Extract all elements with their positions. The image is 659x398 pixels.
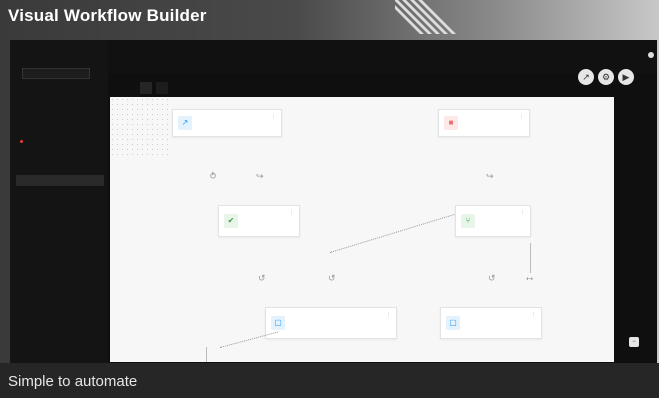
sidebar-item[interactable] <box>16 240 104 251</box>
caption-text: Simple to automate <box>8 373 138 390</box>
sidebar-item[interactable] <box>16 162 104 173</box>
workflow-node[interactable]: ■ ⋮ <box>438 109 530 137</box>
edge-line <box>530 243 531 273</box>
more-icon[interactable]: ⋮ <box>289 210 294 216</box>
workflow-node[interactable]: ↗ ⋮ <box>172 109 282 137</box>
settings-icon[interactable]: ⚙ <box>598 69 614 85</box>
share-icon[interactable]: ↗ <box>578 69 594 85</box>
workflow-canvas[interactable]: ↗ ⋮ ■ ⋮ ⥁ ↪ ↪ ✔ ⋮ ⑂ ⋮ ↺ ↺ ↺ ⭤ ▢ ⋮ ▢ ⋮ <box>110 97 614 362</box>
sidebar-item[interactable] <box>16 253 104 264</box>
connector-icon[interactable]: ↺ <box>258 273 266 284</box>
workflow-tabs <box>140 82 168 94</box>
connector-icon[interactable]: ↺ <box>328 273 336 284</box>
action-icon: ▢ <box>446 316 460 330</box>
sidebar-item[interactable] <box>16 84 104 95</box>
more-icon[interactable]: ⋮ <box>531 312 536 318</box>
user-avatar[interactable] <box>648 52 654 58</box>
canvas-grid <box>110 97 170 157</box>
sidebar-item[interactable] <box>16 97 104 108</box>
more-icon[interactable]: ⋮ <box>520 210 525 216</box>
trigger-icon: ↗ <box>178 116 192 130</box>
play-icon[interactable]: ▶ <box>618 69 634 85</box>
connector-icon[interactable]: ↪ <box>256 171 264 182</box>
sidebar-item[interactable] <box>16 214 104 225</box>
connector-icon[interactable]: ↺ <box>488 273 496 284</box>
action-icon: ▢ <box>271 316 285 330</box>
sidebar-item[interactable] <box>16 266 104 277</box>
banner: Visual Workflow Builder <box>0 0 659 34</box>
environment-selector[interactable] <box>22 68 90 79</box>
sidebar-item[interactable] <box>16 201 104 212</box>
check-icon: ✔ <box>224 214 238 228</box>
sidebar-item[interactable] <box>16 110 104 121</box>
sidebar-nav <box>16 84 104 279</box>
tab-editor[interactable] <box>140 82 152 94</box>
more-icon[interactable]: ⋮ <box>386 312 391 318</box>
branch-icon: ⑂ <box>461 214 475 228</box>
sidebar-item[interactable] <box>16 123 104 134</box>
app-screenshot: ↗ ⚙ ▶ ↗ ⋮ ■ ⋮ ⥁ ↪ ↪ ✔ ⋮ ⑂ ⋮ ↺ ↺ ↺ ⭤ ▢ ⋮ … <box>10 40 657 363</box>
more-icon[interactable]: ⋮ <box>519 114 524 120</box>
sidebar-item[interactable] <box>16 227 104 238</box>
dotted-edge <box>330 213 455 253</box>
connector-icon[interactable]: ⥁ <box>210 171 216 182</box>
workflow-node[interactable]: ⑂ ⋮ <box>455 205 531 237</box>
sidebar-item[interactable] <box>16 136 104 147</box>
workflow-node[interactable]: ✔ ⋮ <box>218 205 300 237</box>
sidebar <box>10 40 108 363</box>
caption-bar: Simple to automate <box>0 363 659 398</box>
banner-title: Visual Workflow Builder <box>8 6 207 25</box>
connector-icon[interactable]: ⭤ <box>526 273 533 284</box>
decorative-stripes <box>395 0 465 34</box>
workflow-node[interactable]: ▢ ⋮ <box>265 307 397 339</box>
webhook-icon: ■ <box>444 116 458 130</box>
workflow-node[interactable]: ▢ ⋮ <box>440 307 542 339</box>
edge-line <box>206 347 207 362</box>
more-icon[interactable]: ⋮ <box>271 114 276 120</box>
connector-icon[interactable]: ↪ <box>486 171 494 182</box>
sidebar-item[interactable] <box>16 188 104 199</box>
top-bar <box>108 40 657 74</box>
tab-runs[interactable] <box>156 82 168 94</box>
sidebar-item[interactable] <box>16 175 104 186</box>
zoom-control[interactable]: − <box>629 337 639 347</box>
dotted-edge <box>220 331 279 348</box>
sidebar-item[interactable] <box>16 149 104 160</box>
